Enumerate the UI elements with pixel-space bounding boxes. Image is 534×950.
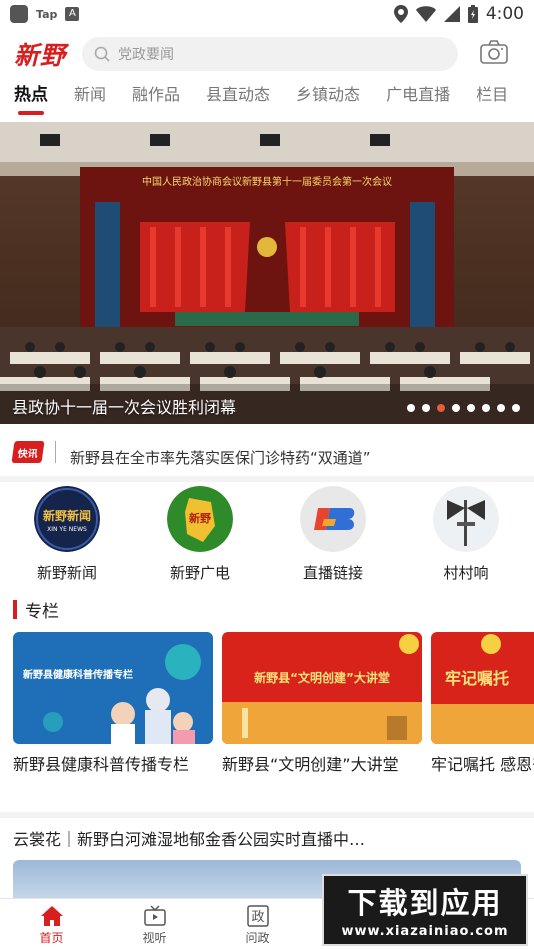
nav-home[interactable]: 首页 bbox=[0, 899, 103, 950]
svg-text:XIN YE NEWS: XIN YE NEWS bbox=[47, 526, 87, 533]
quick-link-label: 新野广电 bbox=[169, 564, 230, 582]
location-icon bbox=[393, 5, 408, 23]
carousel-indicator bbox=[407, 404, 520, 412]
carousel-dot[interactable] bbox=[407, 404, 415, 412]
watermark-logo: 下载到应用 www.xiazainiao.com bbox=[322, 874, 528, 946]
divider bbox=[0, 812, 534, 818]
section-title: 专栏 bbox=[25, 601, 59, 622]
section-heading: 专栏 bbox=[13, 598, 59, 622]
svg-text:新野县健康科普传播专栏: 新野县健康科普传播专栏 bbox=[23, 668, 133, 681]
xinye-news-icon: 新野新闻 XIN YE NEWS bbox=[34, 486, 100, 552]
search-icon bbox=[94, 46, 110, 62]
column-card[interactable]: 牢记嘱托 牢记嘱托 感恩奋进 bbox=[431, 632, 534, 777]
app-logo[interactable]: 新野 bbox=[14, 36, 66, 72]
font-notification-icon: A bbox=[65, 7, 80, 21]
xinye-tv-icon: 新野 bbox=[167, 486, 233, 552]
nav-label: 问政 bbox=[245, 931, 270, 945]
quick-links: 新野新闻 XIN YE NEWS 新野新闻 新野 新野广电 直播链接 村村响 bbox=[0, 486, 534, 590]
tv-icon bbox=[143, 905, 166, 926]
flash-news-text[interactable]: 新野县在全市率先落实医保门诊特药“双通道” bbox=[70, 447, 371, 468]
home-icon bbox=[40, 906, 63, 926]
watermark-main: 下载到应用 bbox=[347, 886, 503, 920]
svg-text:新野新闻: 新野新闻 bbox=[43, 508, 91, 523]
divider bbox=[55, 441, 56, 463]
flash-badge: 快讯 bbox=[11, 441, 45, 463]
column-card[interactable]: 新野县健康科普传播专栏 新野县健康科普传播专栏 bbox=[13, 632, 213, 777]
nav-politics[interactable]: 政 问政 bbox=[206, 899, 309, 950]
quick-link-village[interactable]: 村村响 bbox=[411, 486, 521, 583]
svg-text:新野县“文明创建”大讲堂: 新野县“文明创建”大讲堂 bbox=[254, 670, 390, 685]
carousel-dot-active[interactable] bbox=[437, 404, 445, 412]
tab-media-works[interactable]: 融作品 bbox=[132, 78, 180, 118]
watermark-url: www.xiazainiao.com bbox=[341, 924, 509, 939]
carousel-dot[interactable] bbox=[422, 404, 430, 412]
column-cards: 新野县健康科普传播专栏 新野县健康科普传播专栏 新野县“文明创建”大讲堂 新野县… bbox=[13, 632, 534, 807]
conference-hall-image: 中国人民政治协商会议新野县第十一届委员会第一次会议 bbox=[0, 122, 534, 424]
status-time: 4:00 bbox=[485, 4, 524, 24]
signal-icon bbox=[443, 6, 460, 22]
battery-icon bbox=[467, 5, 478, 23]
carousel-dot[interactable] bbox=[512, 404, 520, 412]
tab-broadcast-live[interactable]: 广电直播 bbox=[386, 78, 450, 118]
svg-text:新野: 新野 bbox=[189, 511, 211, 525]
card-title: 新野县健康科普传播专栏 bbox=[13, 755, 190, 774]
nav-label: 首页 bbox=[39, 931, 64, 945]
search-placeholder: 党政要闻 bbox=[118, 47, 175, 63]
category-tabs: 热点 新闻 融作品 县直动态 乡镇动态 广电直播 栏目 bbox=[0, 78, 534, 118]
tab-columns[interactable]: 栏目 bbox=[476, 78, 508, 118]
card-image: 新野县“文明创建”大讲堂 bbox=[222, 632, 422, 744]
card-title: 新野县“文明创建”大讲堂 bbox=[222, 755, 399, 774]
live-stream-title[interactable]: 云裳花｜新野白河滩湿地郁金香公园实时直播中… bbox=[13, 826, 365, 850]
banner-carousel[interactable]: 中国人民政治协商会议新野县第十一届委员会第一次会议 县政协十一届一次会议胜利闭幕 bbox=[0, 122, 534, 424]
village-speaker-icon bbox=[433, 486, 499, 552]
nav-label: 视听 bbox=[142, 931, 167, 945]
tab-hot[interactable]: 热点 bbox=[14, 78, 48, 118]
svg-text:政: 政 bbox=[251, 910, 264, 925]
quick-link-xinye-news[interactable]: 新野新闻 XIN YE NEWS 新野新闻 bbox=[12, 486, 122, 583]
quick-link-label: 新野新闻 bbox=[36, 564, 97, 582]
politics-icon: 政 bbox=[246, 905, 269, 927]
search-bar[interactable]: 党政要闻 bbox=[82, 37, 459, 71]
tap-label: Tap bbox=[36, 7, 58, 21]
card-image: 牢记嘱托 bbox=[431, 632, 534, 744]
svg-text:牢记嘱托: 牢记嘱托 bbox=[445, 669, 509, 688]
nav-av[interactable]: 视听 bbox=[103, 899, 206, 950]
card-image: 新野县健康科普传播专栏 bbox=[13, 632, 213, 744]
carousel-dot[interactable] bbox=[497, 404, 505, 412]
quick-link-live[interactable]: 直播链接 bbox=[278, 486, 388, 583]
column-card[interactable]: 新野县“文明创建”大讲堂 新野县“文明创建”大讲堂 bbox=[222, 632, 422, 777]
quick-link-label: 村村响 bbox=[443, 564, 489, 582]
app-header: 新野 党政要闻 bbox=[0, 32, 534, 76]
quick-link-label: 直播链接 bbox=[302, 564, 363, 582]
card-title: 牢记嘱托 感恩奋进 bbox=[431, 755, 534, 774]
divider bbox=[0, 476, 534, 482]
status-bar: Tap A 4:00 bbox=[0, 0, 534, 28]
camera-icon[interactable] bbox=[480, 40, 508, 68]
app-notification-icon bbox=[10, 5, 28, 23]
flash-news-bar[interactable]: 快讯 新野县在全市率先落实医保门诊特药“双通道” bbox=[0, 430, 534, 474]
tab-news[interactable]: 新闻 bbox=[74, 78, 106, 118]
live-link-icon bbox=[300, 486, 366, 552]
quick-link-xinye-tv[interactable]: 新野 新野广电 bbox=[145, 486, 255, 583]
stage-title-text: 中国人民政治协商会议新野县第十一届委员会第一次会议 bbox=[142, 175, 392, 188]
carousel-dot[interactable] bbox=[482, 404, 490, 412]
tab-county-dept[interactable]: 县直动态 bbox=[206, 78, 270, 118]
carousel-dot[interactable] bbox=[467, 404, 475, 412]
carousel-dot[interactable] bbox=[452, 404, 460, 412]
section-bar bbox=[13, 599, 17, 619]
tab-township[interactable]: 乡镇动态 bbox=[296, 78, 360, 118]
banner-caption[interactable]: 县政协十一届一次会议胜利闭幕 bbox=[12, 394, 236, 418]
wifi-icon bbox=[415, 6, 436, 22]
